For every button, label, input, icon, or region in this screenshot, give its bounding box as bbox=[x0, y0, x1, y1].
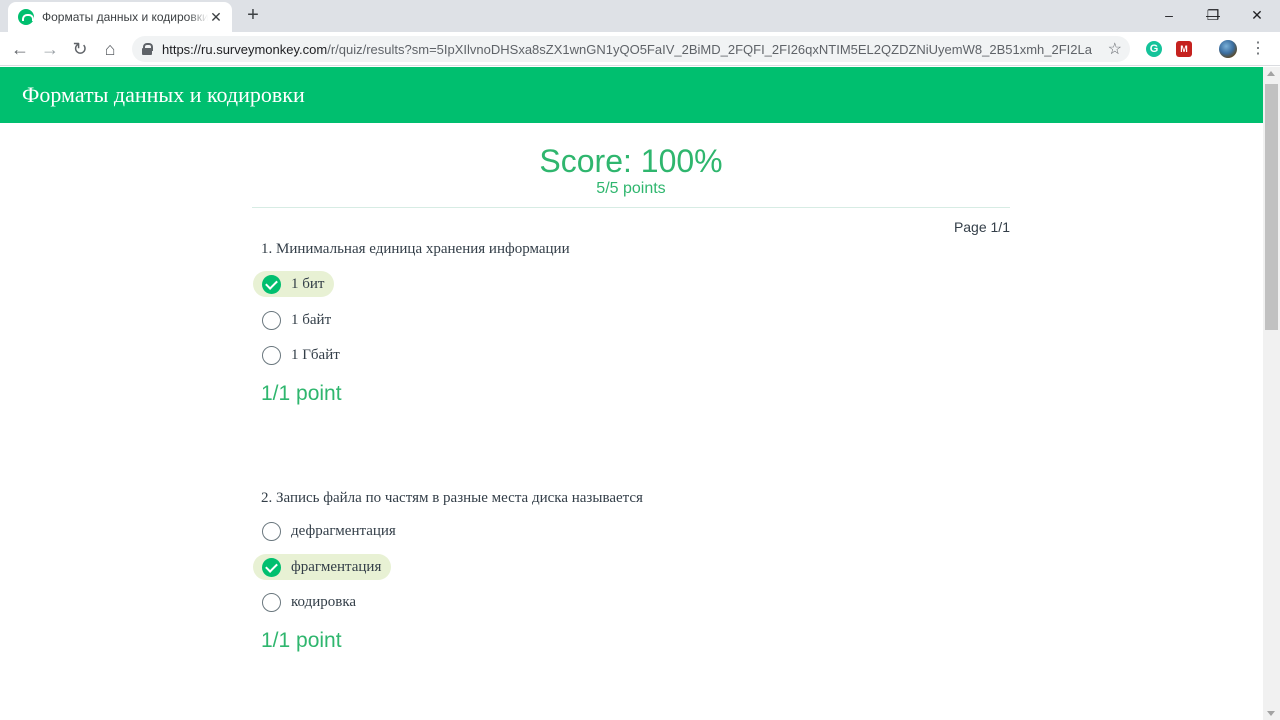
radio-button-icon bbox=[262, 345, 281, 365]
address-bar[interactable]: https://ru.surveymonkey.com/r/quiz/resul… bbox=[132, 36, 1130, 62]
m-extension-icon[interactable]: M bbox=[1176, 41, 1192, 57]
tab-strip: Форматы данных и кодировки SurveyMonkey … bbox=[0, 0, 1280, 32]
home-icon[interactable]: ⌂ bbox=[98, 37, 122, 61]
bookmark-star-icon[interactable]: ☆ bbox=[1108, 39, 1122, 59]
answer-option: 1 байт bbox=[253, 307, 341, 333]
url-text[interactable]: https://ru.surveymonkey.com/r/quiz/resul… bbox=[162, 42, 1092, 57]
forward-arrow-icon[interactable]: → bbox=[38, 37, 62, 61]
answer-option: 1 Гбайт bbox=[253, 342, 350, 368]
profile-avatar[interactable] bbox=[1219, 40, 1237, 58]
option-label: кодировка bbox=[291, 593, 357, 610]
option-label: дефрагментация bbox=[291, 522, 396, 539]
answer-option: фрагментация bbox=[253, 554, 392, 580]
back-arrow-icon[interactable]: ← bbox=[8, 37, 32, 61]
question-title: 1. Минимальная единица хранения информац… bbox=[261, 241, 570, 257]
radio-button-icon bbox=[262, 592, 281, 612]
new-tab-icon[interactable]: + bbox=[243, 5, 263, 25]
vertical-scrollbar[interactable] bbox=[1263, 67, 1280, 720]
radio-button-icon bbox=[262, 310, 281, 330]
answer-option: 1 бит bbox=[253, 271, 335, 297]
question-points: 1/1 point bbox=[261, 629, 342, 652]
survey-title: Форматы данных и кодировки bbox=[22, 82, 305, 107]
scrollbar-thumb[interactable] bbox=[1265, 84, 1278, 330]
restore-button[interactable]: ❐ bbox=[1190, 0, 1236, 30]
answer-option: дефрагментация bbox=[253, 518, 406, 544]
radio-button-icon bbox=[262, 521, 281, 541]
grammarly-extension-icon[interactable]: G bbox=[1146, 41, 1162, 57]
close-tab-icon[interactable]: ✕ bbox=[208, 9, 224, 26]
score-heading: Score: 100% bbox=[539, 143, 723, 179]
option-label: фрагментация bbox=[291, 558, 382, 575]
total-points: 5/5 points bbox=[596, 180, 666, 197]
scroll-down-arrow-icon[interactable] bbox=[1267, 711, 1275, 716]
close-window-button[interactable]: ✕ bbox=[1234, 0, 1280, 30]
option-label: 1 байт bbox=[291, 311, 332, 328]
survey-header: Форматы данных и кодировки bbox=[0, 67, 1263, 123]
answer-option: кодировка bbox=[253, 589, 366, 615]
checkmark-icon bbox=[262, 557, 281, 577]
minimize-button[interactable]: – bbox=[1146, 0, 1192, 30]
surveymonkey-favicon-icon bbox=[18, 9, 34, 25]
page-viewport: Форматы данных и кодировки Score: 100% 5… bbox=[0, 67, 1263, 720]
reload-icon[interactable]: ↻ bbox=[68, 37, 92, 61]
browser-tab[interactable]: Форматы данных и кодировки SurveyMonkey … bbox=[8, 2, 232, 32]
option-label: 1 Гбайт bbox=[291, 346, 340, 363]
divider bbox=[252, 207, 1010, 208]
question-points: 1/1 point bbox=[261, 382, 342, 405]
lock-icon bbox=[142, 43, 153, 55]
tab-title: Форматы данных и кодировки SurveyMonkey bbox=[42, 10, 208, 24]
browser-menu-icon[interactable]: ⋮ bbox=[1250, 40, 1266, 58]
checkmark-icon bbox=[262, 274, 281, 294]
scroll-up-arrow-icon[interactable] bbox=[1267, 71, 1275, 76]
page-indicator: Page 1/1 bbox=[953, 219, 1010, 235]
question-title: 2. Запись файла по частям в разные места… bbox=[261, 490, 643, 506]
browser-toolbar: ← → ↻ ⌂ https://ru.surveymonkey.com/r/qu… bbox=[0, 32, 1280, 66]
option-label: 1 бит bbox=[291, 275, 325, 292]
